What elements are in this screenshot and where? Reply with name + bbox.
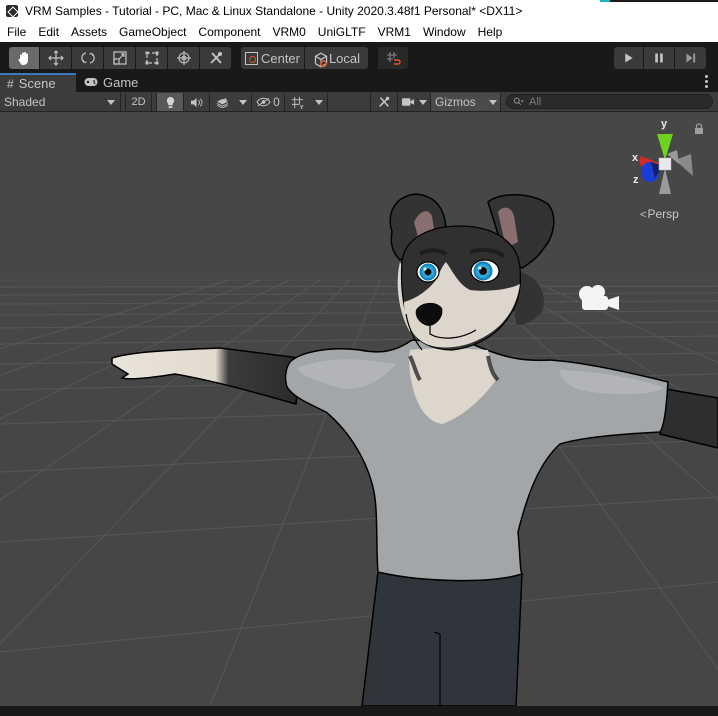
play-button[interactable] bbox=[614, 47, 644, 69]
pivot-mode-label: Center bbox=[260, 50, 300, 66]
grid-icon bbox=[291, 96, 304, 109]
menu-bar: File Edit Assets GameObject Component VR… bbox=[0, 22, 718, 42]
more-options-icon[interactable] bbox=[705, 75, 708, 90]
title-accent bbox=[600, 0, 718, 2]
pause-button[interactable] bbox=[644, 47, 675, 69]
scene-view-toolbar: Shaded 2D 0 Gizmos All bbox=[0, 92, 718, 112]
gizmos-toggle[interactable]: Gizmos bbox=[431, 93, 486, 111]
perspective-icon: < bbox=[640, 209, 647, 221]
move-arrows-icon bbox=[47, 50, 64, 66]
step-button[interactable] bbox=[675, 47, 706, 69]
rotate-icon bbox=[80, 52, 95, 64]
transform-tools bbox=[9, 47, 231, 69]
avatar-pants bbox=[361, 571, 523, 706]
video-camera-icon bbox=[401, 98, 414, 106]
menu-vrm0[interactable]: VRM0 bbox=[272, 25, 305, 39]
gizmo-x-label: x bbox=[632, 152, 639, 164]
snap-controls bbox=[378, 47, 408, 69]
menu-vrm1[interactable]: VRM1 bbox=[378, 25, 411, 39]
search-placeholder: All bbox=[529, 95, 542, 108]
unity-logo-icon bbox=[6, 5, 18, 17]
step-icon bbox=[686, 53, 695, 63]
menu-unigltf[interactable]: UniGLTF bbox=[318, 25, 366, 39]
component-tools-button[interactable] bbox=[371, 93, 398, 111]
menu-help[interactable]: Help bbox=[478, 25, 503, 39]
pivot-rotation-button[interactable]: Local bbox=[305, 47, 368, 69]
chevron-down-icon bbox=[418, 99, 427, 105]
scene-lighting-toggle[interactable] bbox=[157, 93, 184, 111]
pivot-mode-button[interactable]: Center bbox=[241, 47, 305, 69]
lightbulb-icon bbox=[166, 96, 174, 108]
main-toolbar: Center Local bbox=[0, 42, 718, 73]
scene-viewport[interactable]: y x z <Persp bbox=[0, 112, 718, 706]
chevron-down-icon bbox=[107, 99, 115, 105]
chevron-down-icon bbox=[489, 99, 497, 105]
camera-settings-dropdown[interactable] bbox=[398, 93, 431, 111]
hidden-eye-icon bbox=[256, 97, 271, 107]
window-title-bar: VRM Samples - Tutorial - PC, Mac & Linux… bbox=[0, 0, 718, 22]
pause-icon bbox=[655, 53, 663, 63]
rect-tool-button[interactable] bbox=[136, 47, 168, 69]
editor-tab-strip: # Scene Game bbox=[0, 73, 718, 92]
hand-tool-button[interactable] bbox=[9, 47, 40, 69]
menu-component[interactable]: Component bbox=[198, 25, 260, 39]
transform-icon bbox=[176, 51, 191, 65]
scene-effects-toggle[interactable] bbox=[210, 93, 234, 111]
tab-game[interactable]: Game bbox=[82, 73, 138, 92]
search-icon bbox=[513, 97, 524, 105]
tab-scene-label: Scene bbox=[18, 76, 56, 91]
gizmo-y-label: y bbox=[661, 118, 668, 130]
scene-render bbox=[0, 112, 718, 706]
grid-snap-button[interactable] bbox=[378, 47, 408, 69]
toggle-2d-label: 2D bbox=[131, 96, 146, 108]
chevron-down-icon bbox=[314, 99, 323, 105]
window-title: VRM Samples - Tutorial - PC, Mac & Linux… bbox=[25, 4, 523, 18]
custom-tool-button[interactable] bbox=[200, 47, 231, 69]
hidden-object-count: 0 bbox=[273, 95, 280, 109]
play-icon bbox=[624, 53, 633, 63]
menu-window[interactable]: Window bbox=[423, 25, 466, 39]
rotate-tool-button[interactable] bbox=[72, 47, 104, 69]
move-tool-button[interactable] bbox=[40, 47, 72, 69]
hand-icon bbox=[18, 52, 28, 65]
effects-layers-icon bbox=[216, 97, 228, 108]
scene-audio-toggle[interactable] bbox=[184, 93, 210, 111]
scale-icon bbox=[112, 51, 127, 65]
grid-snap-icon bbox=[387, 52, 401, 65]
gizmo-z-label: z bbox=[633, 174, 639, 186]
draw-mode-dropdown[interactable]: Shaded bbox=[0, 93, 121, 111]
menu-file[interactable]: File bbox=[7, 25, 26, 39]
gamepad-icon bbox=[84, 76, 98, 90]
gizmos-label: Gizmos bbox=[435, 95, 476, 109]
transform-tool-button[interactable] bbox=[168, 47, 200, 69]
scene-grid-icon: # bbox=[7, 76, 14, 91]
chevron-down-icon bbox=[238, 99, 247, 105]
menu-gameobject[interactable]: GameObject bbox=[119, 25, 186, 39]
speaker-icon bbox=[191, 97, 203, 107]
play-controls bbox=[614, 47, 706, 69]
grid-dropdown[interactable] bbox=[310, 93, 328, 111]
projection-toggle[interactable]: <Persp bbox=[640, 207, 679, 221]
pivot-center-icon bbox=[245, 51, 258, 65]
rect-transform-icon bbox=[145, 51, 158, 65]
menu-edit[interactable]: Edit bbox=[38, 25, 59, 39]
grid-visibility-toggle[interactable] bbox=[285, 93, 310, 111]
pivot-controls: Center Local bbox=[241, 47, 368, 69]
gizmos-dropdown[interactable] bbox=[486, 93, 501, 111]
bottom-border bbox=[0, 706, 718, 716]
tools-icon bbox=[379, 96, 390, 107]
tab-scene[interactable]: # Scene bbox=[0, 73, 76, 92]
tab-game-label: Game bbox=[103, 75, 139, 90]
scene-search-input[interactable]: All bbox=[506, 94, 713, 109]
draw-mode-label: Shaded bbox=[4, 95, 46, 109]
scene-effects-dropdown[interactable] bbox=[234, 93, 252, 111]
scale-tool-button[interactable] bbox=[104, 47, 136, 69]
tools-icon bbox=[209, 52, 222, 64]
toggle-2d-button[interactable]: 2D bbox=[126, 93, 152, 111]
projection-label: Persp bbox=[647, 207, 679, 221]
pivot-rotation-label: Local bbox=[328, 50, 361, 66]
local-cube-icon bbox=[313, 52, 328, 67]
scene-visibility-toggle[interactable]: 0 bbox=[252, 93, 285, 111]
menu-assets[interactable]: Assets bbox=[71, 25, 107, 39]
